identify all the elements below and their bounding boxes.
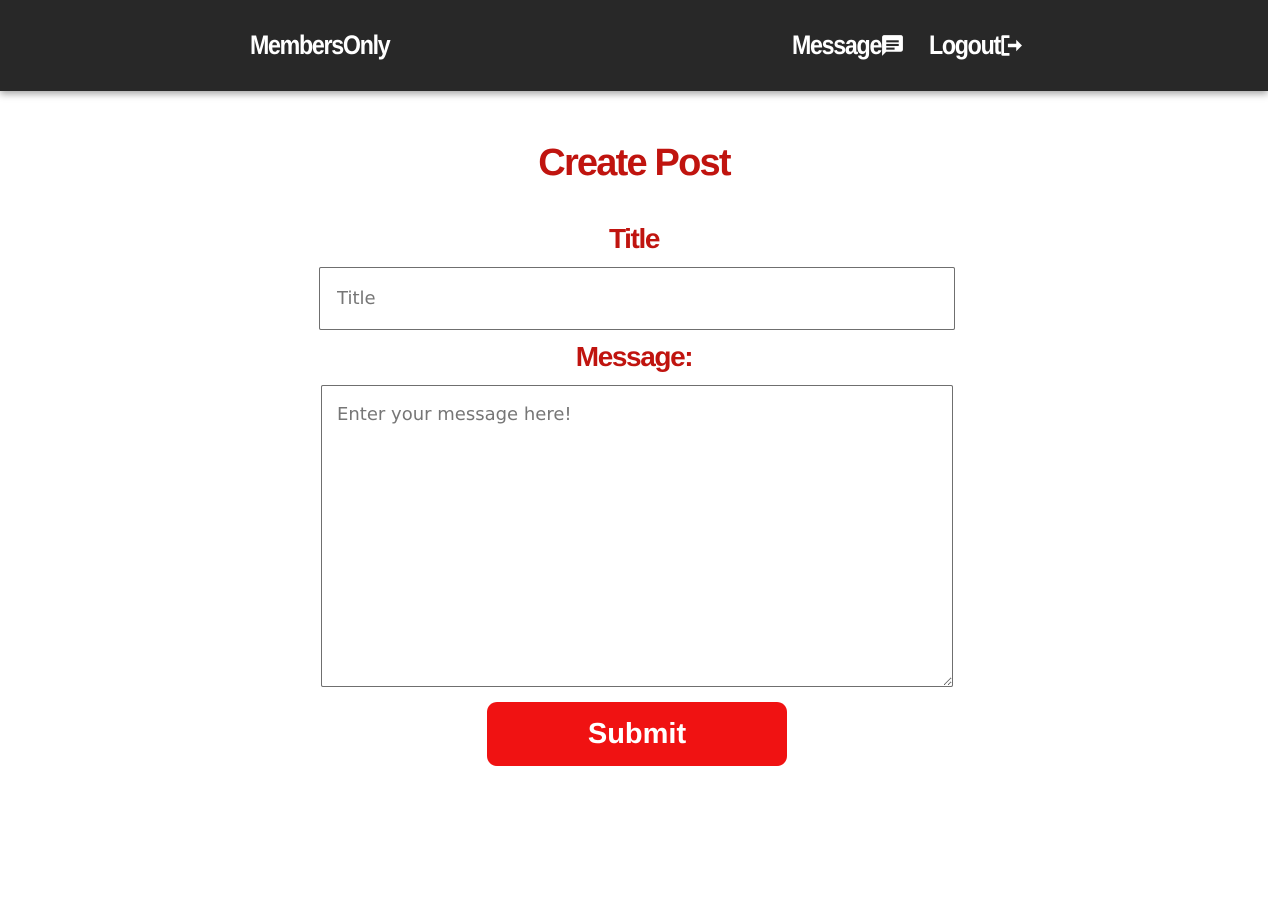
title-label: Title — [608, 223, 660, 254]
nav-logout-label: Logout — [929, 30, 1001, 60]
page-title: Create Post — [538, 142, 731, 184]
nav-message-label: Message — [792, 30, 882, 60]
submit-button[interactable]: Submit — [487, 702, 787, 766]
brand-link[interactable]: MembersOnly — [250, 27, 391, 63]
navbar: MembersOnly Message Logout — [0, 0, 1268, 91]
message-textarea[interactable] — [321, 385, 953, 687]
logout-icon — [1001, 35, 1022, 56]
title-input[interactable] — [319, 267, 955, 330]
nav-logout-link[interactable]: Logout — [929, 27, 1022, 63]
nav-message-link[interactable]: Message — [792, 27, 903, 63]
message-label: Message: — [575, 341, 694, 372]
chat-icon — [882, 35, 903, 56]
